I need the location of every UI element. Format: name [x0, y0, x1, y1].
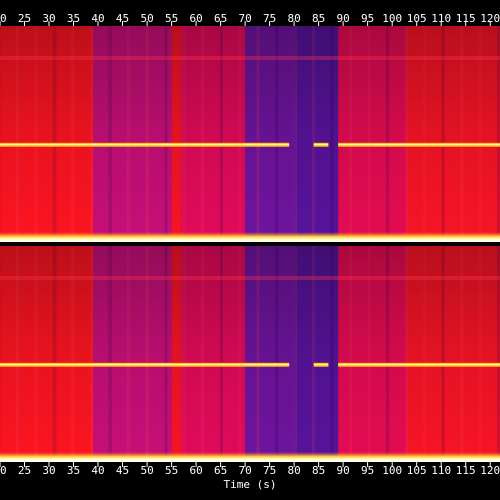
channel-2: [0, 246, 500, 462]
tick-label: 100: [382, 12, 402, 25]
harmonic-band-core: [313, 363, 329, 366]
tick-label: 90: [336, 12, 349, 25]
spectrogram-chart: 20 25 30 35 40 45 50 55 60 65 70 75 80 85 90 95 100 105 11…: [0, 0, 500, 500]
harmonic-band-core: [0, 363, 290, 366]
tick-label: 50: [140, 12, 153, 25]
tick-label: 95: [361, 12, 374, 25]
tick-label: 120: [480, 464, 500, 477]
harmonic-band-core: [313, 143, 329, 146]
tick-label: 55: [165, 464, 178, 477]
tick-label: 25: [18, 12, 31, 25]
tick-label: 120: [480, 12, 500, 25]
tick-label: 20: [0, 12, 7, 25]
tick-label: 40: [91, 12, 104, 25]
tick-label: 115: [456, 464, 476, 477]
tick-label: 45: [116, 464, 129, 477]
upper-harmonic: [0, 276, 500, 280]
tick-label: 75: [263, 12, 276, 25]
tick-label: 110: [431, 464, 451, 477]
harmonic-band-core: [338, 143, 500, 146]
tick-label: 60: [189, 464, 202, 477]
harmonic-band-core: [0, 143, 290, 146]
channel-1: [0, 26, 500, 242]
tick-label: 85: [312, 464, 325, 477]
tick-label: 75: [263, 464, 276, 477]
upper-harmonic: [0, 56, 500, 60]
tick-label: 80: [287, 464, 300, 477]
baseline-glow: [0, 452, 500, 462]
tick-label: 40: [91, 464, 104, 477]
tick-label: 85: [312, 12, 325, 25]
harmonic-band-core: [338, 363, 500, 366]
tick-label: 100: [382, 464, 402, 477]
bottom-time-axis: 20 25 30 35 40 45 50 55 60 65 70 75 80 85 90 95 100 105 11…: [0, 462, 500, 477]
tick-label: 65: [214, 12, 227, 25]
x-axis-label: Time (s): [224, 478, 277, 491]
tick-label: 30: [42, 12, 55, 25]
tick-label: 20: [0, 464, 7, 477]
tick-label: 65: [214, 464, 227, 477]
tick-label: 30: [42, 464, 55, 477]
tick-label: 25: [18, 464, 31, 477]
tick-label: 90: [336, 464, 349, 477]
tick-label: 105: [407, 12, 427, 25]
tick-label: 70: [238, 12, 251, 25]
tick-label: 35: [67, 464, 80, 477]
tick-label: 110: [431, 12, 451, 25]
tick-label: 35: [67, 12, 80, 25]
tick-label: 70: [238, 464, 251, 477]
tick-label: 105: [407, 464, 427, 477]
baseline-glow: [0, 232, 500, 242]
top-time-axis: 20 25 30 35 40 45 50 55 60 65 70 75 80 85 90 95 100 105 11…: [0, 12, 500, 26]
tick-label: 55: [165, 12, 178, 25]
tick-label: 95: [361, 464, 374, 477]
tick-label: 50: [140, 464, 153, 477]
tick-label: 80: [287, 12, 300, 25]
tick-label: 60: [189, 12, 202, 25]
tick-label: 45: [116, 12, 129, 25]
tick-label: 115: [456, 12, 476, 25]
